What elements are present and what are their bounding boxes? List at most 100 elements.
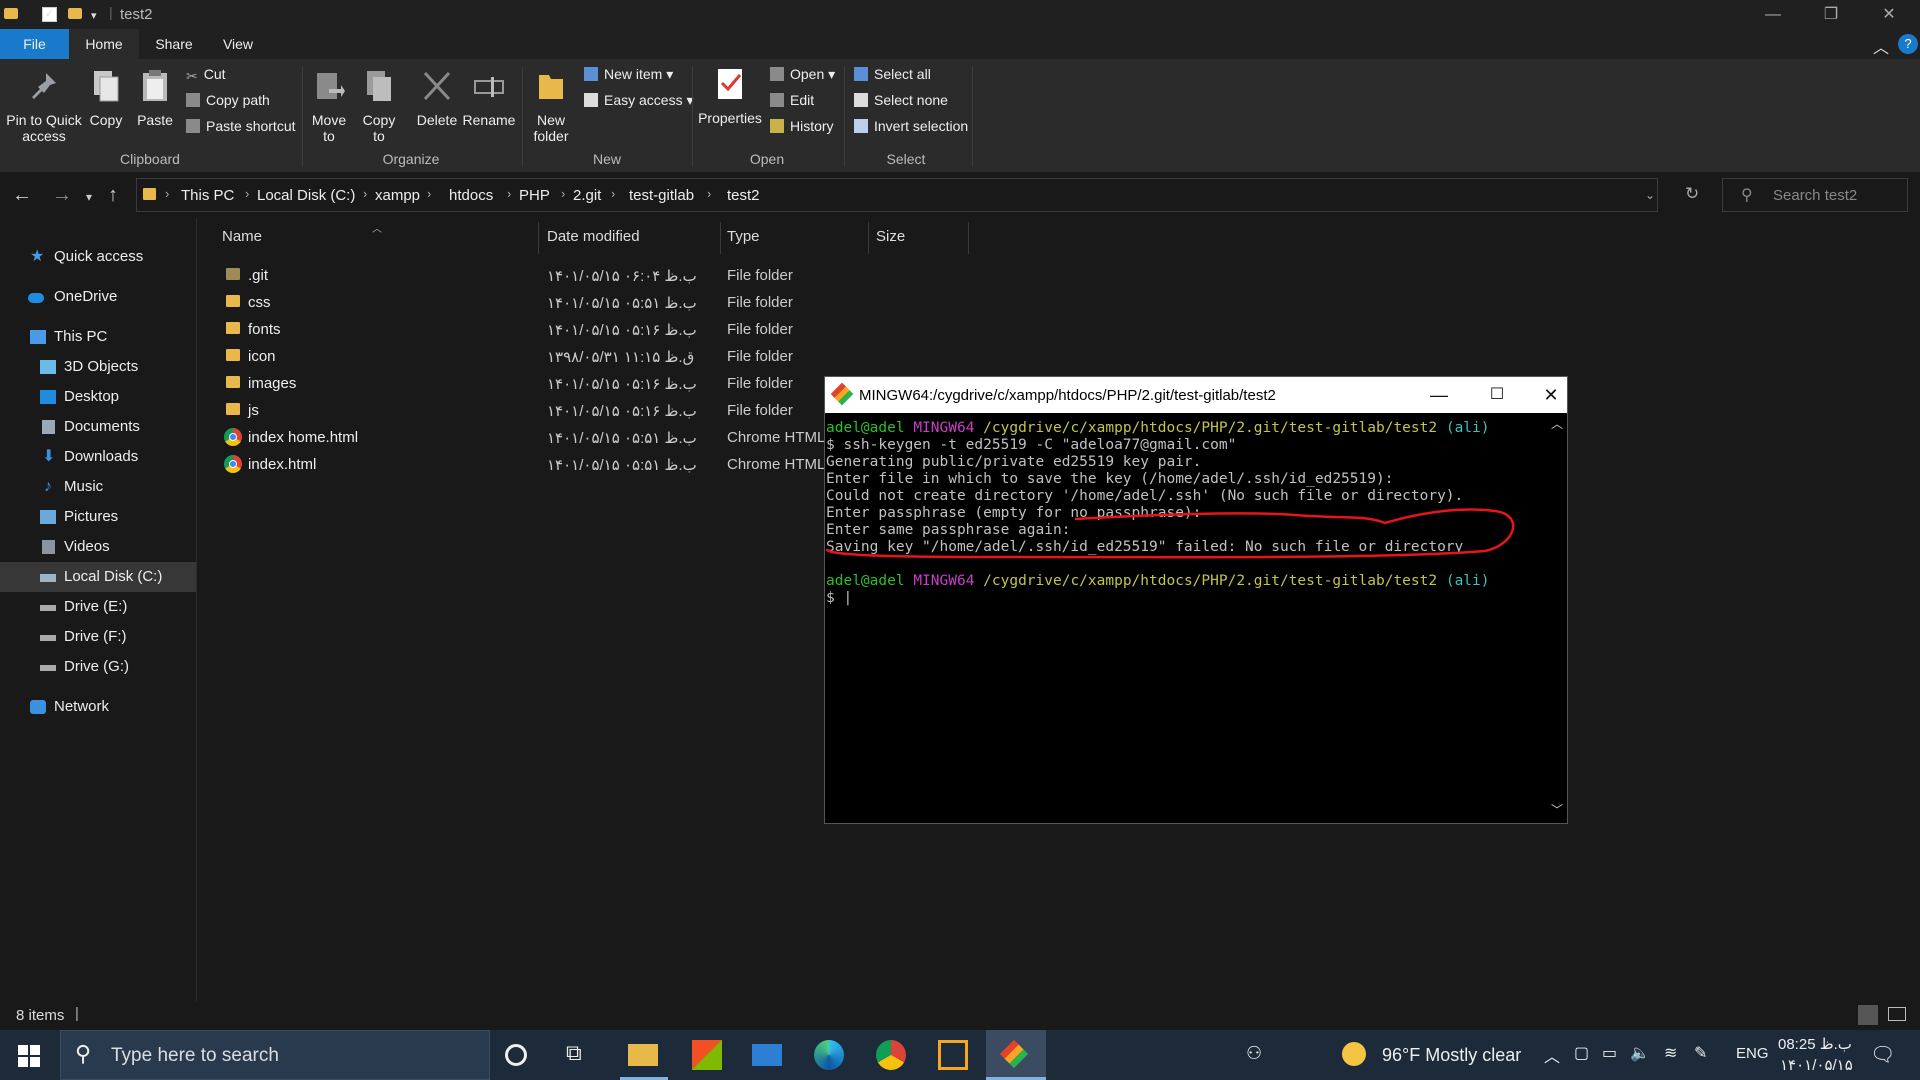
breadcrumb-local-disk[interactable]: Local Disk (C:): [257, 187, 355, 204]
breadcrumb-test-gitlab[interactable]: test-gitlab: [629, 187, 694, 204]
breadcrumb-test2[interactable]: test2: [727, 187, 760, 204]
copy-to-button[interactable]: Copy to: [358, 69, 400, 144]
nav-pictures[interactable]: Pictures: [0, 502, 196, 532]
nav-this-pc[interactable]: This PC: [0, 322, 196, 352]
nav-local-disk[interactable]: Local Disk (C:): [0, 562, 196, 592]
tab-share[interactable]: Share: [146, 29, 202, 59]
chrome-icon[interactable]: [876, 1040, 906, 1070]
column-divider[interactable]: [538, 222, 539, 254]
scroll-up-icon[interactable]: ︿: [1551, 415, 1563, 432]
clock-date[interactable]: ۱۴۰۱/۰۵/۱۵: [1780, 1056, 1853, 1074]
chevron-right-icon[interactable]: ›: [245, 186, 249, 201]
easy-access-button[interactable]: Easy access ▾: [584, 89, 694, 111]
xampp-icon[interactable]: [938, 1040, 968, 1070]
column-header-name[interactable]: Name: [222, 228, 262, 245]
wifi-icon[interactable]: ≋: [1664, 1043, 1677, 1063]
breadcrumb-2git[interactable]: 2.git: [573, 187, 601, 204]
history-button[interactable]: History: [770, 115, 834, 137]
nav-drive-g[interactable]: Drive (G:): [0, 652, 196, 682]
edit-button[interactable]: Edit: [770, 89, 814, 111]
terminal-scrollbar[interactable]: ︿ ﹀: [1547, 413, 1567, 823]
large-icons-view-icon[interactable]: [1888, 1007, 1906, 1021]
open-button[interactable]: Open ▾: [770, 63, 835, 85]
nav-drive-e[interactable]: Drive (E:): [0, 592, 196, 622]
task-view-icon[interactable]: ⧉: [566, 1040, 596, 1070]
column-divider[interactable]: [868, 222, 869, 254]
recent-locations-chevron-icon[interactable]: ▾: [86, 190, 92, 204]
address-dropdown-icon[interactable]: ⌄: [1645, 188, 1655, 202]
weather-text[interactable]: 96°F Mostly clear: [1382, 1045, 1521, 1066]
git-bash-taskbar-active[interactable]: [986, 1030, 1046, 1080]
clock-time[interactable]: 08:25 ب.ظ: [1778, 1035, 1852, 1053]
address-bar[interactable]: › This PC › Local Disk (C:) › xampp › ht…: [136, 178, 1699, 212]
details-view-icon[interactable]: [1858, 1005, 1878, 1025]
breadcrumb-xampp[interactable]: xampp: [375, 187, 420, 204]
close-button[interactable]: ✕: [1860, 0, 1918, 29]
pin-to-quick-access-button[interactable]: Pin to Quick access: [6, 69, 82, 144]
copy-button[interactable]: Copy: [86, 69, 126, 128]
customize-quick-access-icon[interactable]: ▾: [91, 9, 97, 22]
nav-network[interactable]: Network: [0, 692, 196, 722]
terminal-output[interactable]: adel@adel MINGW64 /cygdrive/c/xampp/htdo…: [825, 413, 1547, 823]
new-item-button[interactable]: New item ▾: [584, 63, 673, 85]
scroll-down-icon[interactable]: ﹀: [1551, 801, 1563, 818]
nav-quick-access[interactable]: ★ Quick access: [0, 242, 196, 272]
chevron-right-icon[interactable]: ›: [427, 186, 431, 201]
column-header-size[interactable]: Size: [876, 228, 905, 245]
breadcrumb-this-pc[interactable]: This PC: [181, 187, 234, 204]
collapse-ribbon-icon[interactable]: ︿: [1873, 34, 1889, 58]
table-row[interactable]: fonts ۱۴۰۱/۰۵/۱۵ ب.ظ ۰۵:۱۶ File folder: [220, 316, 1420, 343]
tab-file[interactable]: File: [0, 29, 69, 59]
terminal-close-button[interactable]: ✕: [1531, 381, 1571, 409]
file-explorer-icon[interactable]: [628, 1044, 658, 1066]
terminal-window[interactable]: MINGW64:/cygdrive/c/xampp/htdocs/PHP/2.g…: [824, 376, 1568, 824]
new-folder-quick-icon[interactable]: [68, 8, 82, 19]
nav-music[interactable]: ♪ Music: [0, 472, 196, 502]
search-box[interactable]: ⚲ Search test2: [1722, 178, 1908, 212]
minimize-button[interactable]: —: [1744, 0, 1802, 29]
taskbar-search-box[interactable]: ⚲ Type here to search: [60, 1030, 490, 1080]
battery-icon[interactable]: ▭: [1602, 1043, 1617, 1063]
forward-arrow-icon[interactable]: →: [52, 184, 72, 207]
help-icon[interactable]: ?: [1898, 34, 1918, 54]
chevron-right-icon[interactable]: ›: [561, 186, 565, 201]
maximize-button[interactable]: ❐: [1802, 0, 1860, 29]
table-row[interactable]: .git ۱۴۰۱/۰۵/۱۵ ب.ظ ۰۶:۰۴ File folder: [220, 262, 1420, 289]
cortana-icon[interactable]: [505, 1044, 527, 1066]
weather-moon-icon[interactable]: [1342, 1042, 1366, 1066]
nav-drive-f[interactable]: Drive (F:): [0, 622, 196, 652]
select-none-button[interactable]: Select none: [854, 89, 948, 111]
terminal-minimize-button[interactable]: —: [1419, 381, 1459, 409]
nav-desktop[interactable]: Desktop: [0, 382, 196, 412]
windows-start-icon[interactable]: [18, 1045, 40, 1067]
cut-button[interactable]: ✂ Cut: [186, 63, 226, 85]
new-folder-button[interactable]: New folder: [530, 69, 572, 144]
tray-chevron-up-icon[interactable]: ︿: [1544, 1043, 1560, 1067]
rename-button[interactable]: Rename: [462, 69, 516, 128]
invert-selection-button[interactable]: Invert selection: [854, 115, 968, 137]
terminal-title-bar[interactable]: MINGW64:/cygdrive/c/xampp/htdocs/PHP/2.g…: [825, 377, 1567, 413]
nav-documents[interactable]: Documents: [0, 412, 196, 442]
tab-home[interactable]: Home: [69, 29, 139, 59]
table-row[interactable]: css ۱۴۰۱/۰۵/۱۵ ب.ظ ۰۵:۵۱ File folder: [220, 289, 1420, 316]
pen-icon[interactable]: ✎: [1694, 1043, 1707, 1063]
properties-quick-icon[interactable]: ✓: [42, 7, 57, 22]
chevron-right-icon[interactable]: ›: [165, 186, 169, 201]
mail-icon[interactable]: [752, 1044, 782, 1066]
terminal-maximize-button[interactable]: ☐: [1477, 381, 1517, 409]
chevron-right-icon[interactable]: ›: [707, 186, 711, 201]
volume-icon[interactable]: 🔈: [1630, 1043, 1650, 1063]
tab-view[interactable]: View: [210, 29, 266, 59]
chevron-right-icon[interactable]: ›: [611, 186, 615, 201]
language-indicator[interactable]: ENG: [1736, 1045, 1769, 1062]
nav-3d-objects[interactable]: 3D Objects: [0, 352, 196, 382]
tray-device-icon[interactable]: ▢: [1574, 1043, 1589, 1063]
move-to-button[interactable]: Move to: [308, 69, 350, 144]
nav-downloads[interactable]: ⬇ Downloads: [0, 442, 196, 472]
notifications-icon[interactable]: 🗨: [1870, 1042, 1895, 1067]
refresh-icon[interactable]: ↻: [1685, 184, 1699, 204]
breadcrumb-htdocs[interactable]: htdocs: [449, 187, 493, 204]
up-arrow-icon[interactable]: ↑: [108, 184, 118, 207]
column-header-date[interactable]: Date modified: [547, 228, 640, 245]
column-divider[interactable]: [720, 222, 721, 254]
